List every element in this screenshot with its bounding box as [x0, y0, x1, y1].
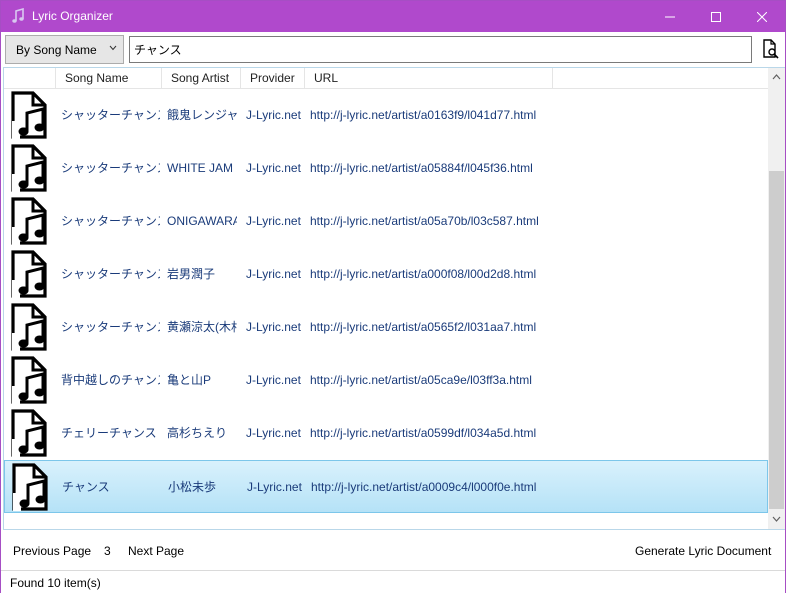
maximize-button[interactable] [693, 1, 739, 32]
list-item[interactable]: シャッターチャンス 餓鬼レンジャー J-Lyric.net http://j-l… [4, 89, 768, 142]
close-button[interactable] [739, 1, 785, 32]
provider: J-Lyric.net [246, 373, 301, 387]
column-header-song-artist[interactable]: Song Artist [162, 68, 241, 89]
lyric-list[interactable]: Song Name Song Artist Provider URL シャッター… [3, 67, 785, 530]
list-item[interactable]: シャッターチャンス'93 ONIGAWARA J-Lyric.net http:… [4, 195, 768, 248]
list-item[interactable]: シャッターチャンス WHITE JAM J-Lyric.net http://j… [4, 142, 768, 195]
document-search-icon[interactable] [759, 38, 781, 60]
song-artist: 餓鬼レンジャー [167, 108, 237, 122]
list-item[interactable]: シャッターチャンスの逆 岩男潤子 J-Lyric.net http://j-ly… [4, 248, 768, 301]
page-number: 3 [104, 544, 111, 558]
music-file-icon [10, 250, 47, 298]
song-artist: 高杉ちえり [167, 426, 228, 440]
provider: J-Lyric.net [246, 320, 301, 334]
url: http://j-lyric.net/artist/a0163f9/l041d7… [310, 108, 537, 122]
generate-lyric-document-button[interactable]: Generate Lyric Document [635, 544, 771, 558]
provider: J-Lyric.net [246, 214, 301, 228]
column-header-provider[interactable]: Provider [241, 68, 305, 89]
vertical-scrollbar[interactable] [768, 68, 785, 529]
provider: J-Lyric.net [246, 267, 301, 281]
url: http://j-lyric.net/artist/a0599df/l034a5… [310, 426, 537, 440]
app-music-icon [12, 8, 24, 23]
song-name: チャンス [62, 480, 110, 494]
app-window: Lyric Organizer By Song Name Song Name S… [0, 0, 786, 593]
provider: J-Lyric.net [246, 161, 301, 175]
scrollbar-thumb[interactable] [769, 171, 784, 509]
close-icon [757, 11, 767, 22]
maximize-icon [711, 11, 721, 22]
column-header-icon[interactable] [4, 68, 56, 89]
status-text: Found 10 item(s) [10, 576, 101, 590]
toolbar: By Song Name [1, 32, 785, 67]
previous-page-button[interactable]: Previous Page [13, 544, 91, 558]
url: http://j-lyric.net/artist/a0565f2/l031aa… [310, 320, 537, 334]
url: http://j-lyric.net/artist/a05a70b/l03c58… [310, 214, 539, 228]
song-name: シャッターチャンス [61, 161, 160, 175]
url: http://j-lyric.net/artist/a05884f/l045f3… [310, 161, 533, 175]
minimize-icon [665, 16, 675, 17]
song-artist: 黄瀬涼太(木村 [167, 320, 237, 334]
next-page-button[interactable]: Next Page [128, 544, 184, 558]
url: http://j-lyric.net/artist/a0009c4/l000f0… [311, 480, 537, 494]
music-file-icon [10, 303, 47, 351]
music-file-icon [10, 356, 47, 404]
song-artist: ONIGAWARA [167, 214, 237, 228]
song-name: シャッターチャンス [61, 108, 160, 122]
column-header-song-name[interactable]: Song Name [56, 68, 162, 89]
scroll-up-icon[interactable] [772, 74, 781, 80]
song-name: チェリーチャンス [61, 426, 157, 440]
song-artist: WHITE JAM [167, 161, 233, 175]
search-mode-dropdown[interactable]: By Song Name [5, 35, 124, 64]
title-bar[interactable]: Lyric Organizer [1, 1, 785, 32]
music-file-icon [10, 144, 47, 192]
list-item-selected[interactable]: チャンス 小松未歩 J-Lyric.net http://j-lyric.net… [4, 460, 768, 513]
minimize-button[interactable] [647, 1, 693, 32]
song-artist: 岩男潤子 [167, 267, 216, 281]
song-name: シャッターチャンスはS [61, 320, 160, 334]
list-item[interactable]: チェリーチャンス 高杉ちえり J-Lyric.net http://j-lyri… [4, 407, 768, 460]
list-item[interactable]: シャッターチャンスはS 黄瀬涼太(木村 J-Lyric.net http://j… [4, 301, 768, 354]
search-mode-label: By Song Name [16, 42, 97, 57]
list-item[interactable]: 背中越しのチャンス 亀と山P J-Lyric.net http://j-lyri… [4, 354, 768, 407]
song-name: シャッターチャンス'93 [61, 214, 160, 228]
provider: J-Lyric.net [246, 108, 301, 122]
music-file-icon [10, 197, 47, 245]
chevron-down-icon [109, 45, 117, 51]
search-input[interactable] [129, 36, 752, 63]
list-header: Song Name Song Artist Provider URL [4, 68, 768, 89]
window-title: Lyric Organizer [32, 9, 113, 23]
song-artist: 亀と山P [167, 373, 212, 387]
provider: J-Lyric.net [247, 480, 302, 494]
music-file-icon [10, 409, 47, 457]
status-bar: Found 10 item(s) [1, 570, 785, 593]
url: http://j-lyric.net/artist/a05ca9e/l03ff3… [310, 373, 532, 387]
column-header-url[interactable]: URL [305, 68, 553, 89]
song-artist: 小松未歩 [168, 480, 217, 494]
pager: Previous Page 3 Next Page Generate Lyric… [1, 530, 785, 570]
provider: J-Lyric.net [246, 426, 301, 440]
song-name: シャッターチャンスの逆 [61, 267, 160, 281]
music-file-icon [10, 91, 47, 139]
url: http://j-lyric.net/artist/a000f08/l00d2d… [310, 267, 537, 281]
scroll-down-icon[interactable] [772, 516, 781, 522]
song-name: 背中越しのチャンス [61, 373, 160, 387]
music-file-icon [11, 463, 48, 511]
